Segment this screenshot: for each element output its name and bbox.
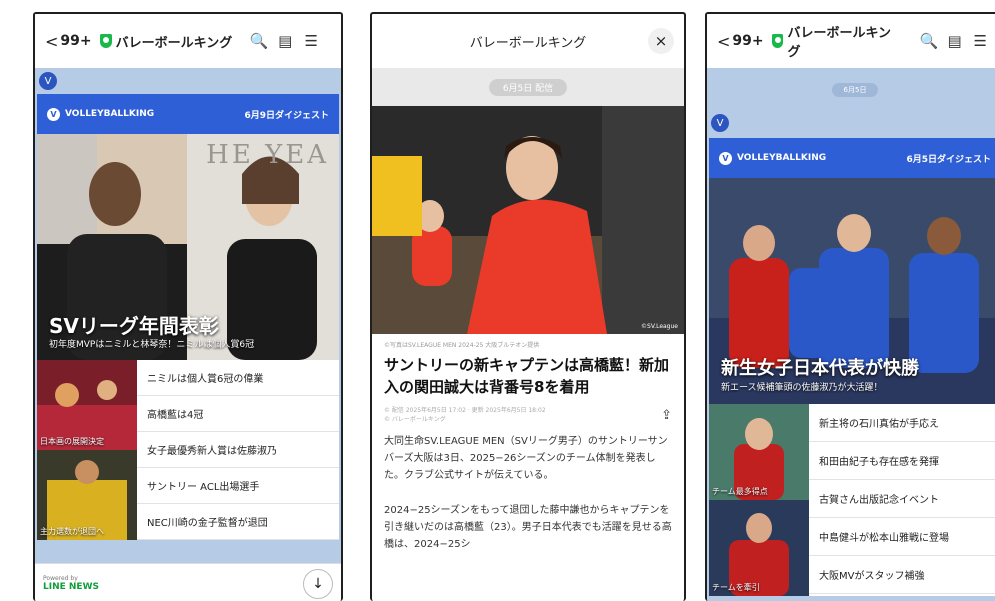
article-header: バレーボールキング × <box>372 14 684 68</box>
hero-image[interactable]: HE YEA SVリーグ年間表彰 初年度MVPはニミルと林琴奈！ニミルは個人賞6… <box>37 134 339 360</box>
card-header: V VOLLEYBALLKING 6月5日ダイジェスト <box>709 138 995 178</box>
left-phone-screen: < 99+ バレーボールキング 🔍 ▤ ☰ V V VOLLEYBALLKING … <box>33 12 343 601</box>
search-icon[interactable]: 🔍 <box>246 32 272 50</box>
article-account-title: バレーボールキング <box>469 35 587 51</box>
hero-image[interactable]: 新生女子日本代表が快勝 新エース候補筆頭の佐藤淑乃が大活躍！ <box>709 178 995 404</box>
news-thumbnail[interactable]: チーム最多得点 <box>709 404 809 500</box>
news-list-section: チーム最多得点 チームを牽引 新主将の石川真佑が手応え 和田由紀子も存在感を発揮… <box>709 404 995 596</box>
backdrop-text: HE YEA <box>206 140 329 170</box>
list-item[interactable]: NEC川崎の金子監督が退団 <box>137 504 339 540</box>
list-item[interactable]: サントリー ACL出場選手 <box>137 468 339 504</box>
account-name[interactable]: バレーボールキング <box>787 22 902 60</box>
news-thumbnail[interactable]: 主力選数が退団へ <box>37 450 137 540</box>
chat-area: V V VOLLEYBALLKING 6月9日ダイジェスト HE YEA SVリ… <box>35 68 341 563</box>
article-photo[interactable]: ©SV.League <box>372 106 684 334</box>
card-date: 6月9日ダイジェスト <box>244 110 329 121</box>
volleyballking-logo: V VOLLEYBALLKING <box>47 107 154 121</box>
hero-subtitle: 初年度MVPはニミルと林琴奈！ニミルは個人賞6冠 <box>49 340 255 350</box>
list-item[interactable]: 大阪MVがスタッフ補強 <box>809 556 995 594</box>
article-headline: サントリーの新キャプテンは高橋藍！新加入の関田誠大は背番号8を着用 <box>384 356 670 396</box>
line-news-logo: LINE NEWS <box>43 582 99 592</box>
article-paragraph: 大同生命SV.LEAGUE MEN（SVリーグ男子）のサントリーサンバーズ大阪は… <box>384 435 668 481</box>
list-item[interactable]: 和田由紀子も存在感を発揮 <box>809 442 995 480</box>
share-icon[interactable]: ⇪ <box>661 408 672 423</box>
scroll-down-button[interactable]: ↓ <box>303 568 333 599</box>
headline-list: ニミルは個人賞6冠の偉業 高橋藍は4冠 女子最優秀新人賞は佐藤淑乃 サントリー … <box>137 360 339 540</box>
back-icon[interactable]: < <box>45 32 58 51</box>
list-item[interactable]: 中島健斗が松本山雅戦に登場 <box>809 518 995 556</box>
news-thumbnail[interactable]: 日本画の展開決定 <box>37 360 137 450</box>
thumbnail-caption: 主力選数が退団へ <box>40 527 104 536</box>
menu-icon[interactable]: ☰ <box>967 32 993 50</box>
news-list-section: 日本画の展開決定 主力選数が退団へ ニミルは個人賞6冠の偉業 高橋藍は4冠 女子… <box>37 360 339 540</box>
verified-shield-icon <box>99 34 112 48</box>
account-name[interactable]: バレーボールキング <box>116 32 233 51</box>
channel-avatar[interactable]: V <box>39 72 57 90</box>
hero-title: 新生女子日本代表が快勝 <box>721 358 919 379</box>
right-phone-screen: < 99+ バレーボールキング 🔍 ▤ ☰ 6月5日 V V VOLLEYBALL… <box>705 12 995 601</box>
notes-icon[interactable]: ▤ <box>272 32 298 50</box>
channel-avatar[interactable]: V <box>711 114 729 132</box>
list-item[interactable]: 高橋藍は4冠 <box>137 396 339 432</box>
thumbnail-caption: チームを牽引 <box>712 583 760 592</box>
digest-card[interactable]: V VOLLEYBALLKING 6月5日ダイジェスト 新生女子日本代表が快勝 新… <box>709 138 995 596</box>
card-footer: Powered by LINE NEWS ↓ <box>35 563 341 601</box>
list-item[interactable]: ニミルは個人賞6冠の偉業 <box>137 360 339 396</box>
list-item[interactable]: 女子最優秀新人賞は佐藤淑乃 <box>137 432 339 468</box>
photo-credit: ©SV.League <box>641 323 678 330</box>
menu-icon[interactable]: ☰ <box>298 32 324 50</box>
digest-card[interactable]: V VOLLEYBALLKING 6月9日ダイジェスト HE YEA SVリーグ年… <box>37 94 339 540</box>
chat-area: 6月5日 V V VOLLEYBALLKING 6月5日ダイジェスト 新生女子日… <box>707 68 995 601</box>
list-item[interactable]: 古賀さん出版記念イベント <box>809 480 995 518</box>
hero-title: SVリーグ年間表彰 <box>49 314 219 338</box>
hero-subtitle: 新エース候補筆頭の佐藤淑乃が大活躍！ <box>721 383 883 393</box>
chat-header: < 99+ バレーボールキング 🔍 ▤ ☰ <box>707 14 995 68</box>
photo-caption: ©写真はSV.LEAGUE MEN 2024-25 大阪ブルテオン提供 <box>384 342 540 349</box>
date-divider: 6月5日 配信 <box>372 68 684 106</box>
article-body: ©写真はSV.LEAGUE MEN 2024-25 大阪ブルテオン提供 サントリ… <box>372 334 684 559</box>
article-paragraph: 2024−25シーズンをもって退団した藤中謙也からキャプテンを引き継いだのは高橋… <box>384 504 672 550</box>
news-thumbnail[interactable]: チームを牽引 <box>709 500 809 596</box>
card-header: V VOLLEYBALLKING 6月9日ダイジェスト <box>37 94 339 134</box>
search-icon[interactable]: 🔍 <box>916 32 942 50</box>
article-meta: © 配信 2025年6月5日 17:02 · 更新 2025年6月5日 18:0… <box>384 406 546 423</box>
headline-list: 新主将の石川真佑が手応え 和田由紀子も存在感を発揮 古賀さん出版記念イベント 中… <box>809 404 995 596</box>
close-icon[interactable]: × <box>648 28 674 54</box>
list-item[interactable]: 新主将の石川真佑が手応え <box>809 404 995 442</box>
date-pill: 6月5日 配信 <box>488 78 568 96</box>
volleyballking-logo: V VOLLEYBALLKING <box>719 151 826 165</box>
thumbnail-caption: 日本画の展開決定 <box>40 437 104 446</box>
unread-count[interactable]: 99+ <box>60 33 91 49</box>
back-icon[interactable]: < <box>717 32 730 51</box>
verified-shield-icon <box>771 34 784 48</box>
chat-header: < 99+ バレーボールキング 🔍 ▤ ☰ <box>35 14 341 68</box>
powered-by-label: Powered by <box>43 575 78 582</box>
middle-phone-screen: バレーボールキング × 6月5日 配信 ©SV.League ©写真はSV.LE… <box>370 12 686 601</box>
date-pill: 6月5日 <box>831 83 879 97</box>
thumbnail-caption: チーム最多得点 <box>712 487 768 496</box>
unread-count[interactable]: 99+ <box>732 33 763 49</box>
notes-icon[interactable]: ▤ <box>942 32 968 50</box>
card-date: 6月5日ダイジェスト <box>906 154 991 165</box>
